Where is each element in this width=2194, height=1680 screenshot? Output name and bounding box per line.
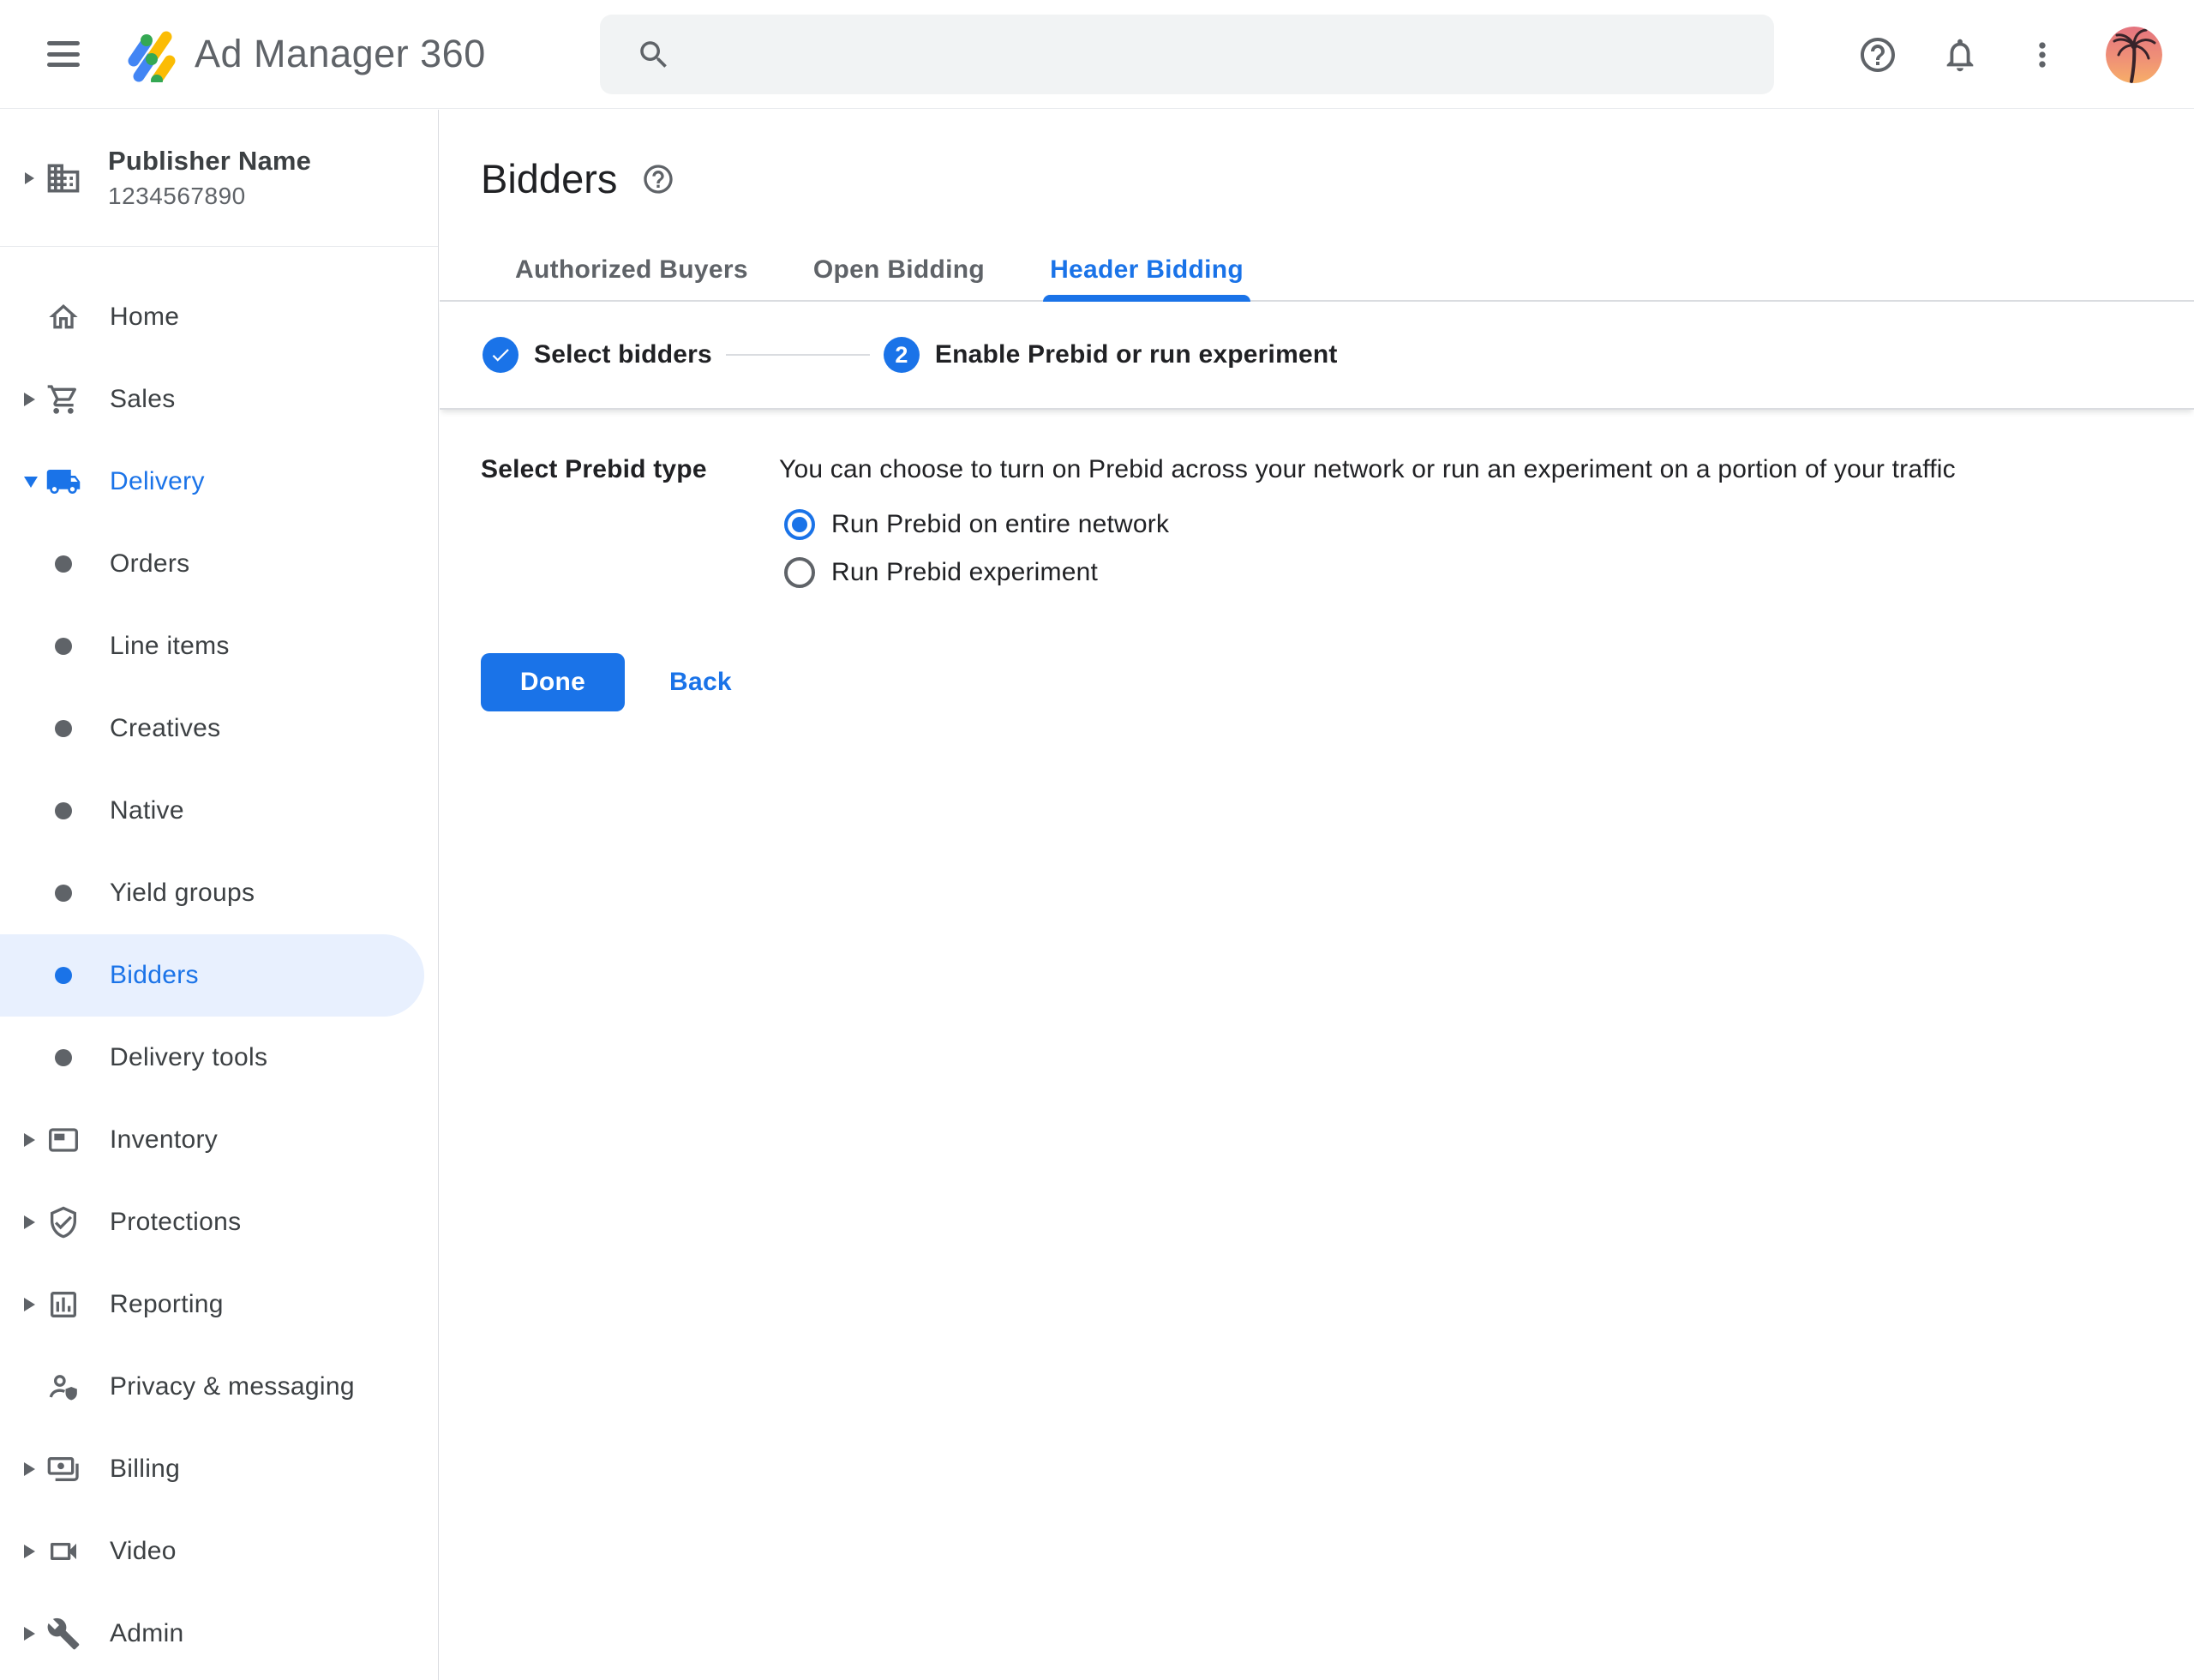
sidebar-item-delivery-tools[interactable]: Delivery tools <box>0 1017 438 1099</box>
radio-unselected-icon <box>784 557 815 588</box>
prebid-type-radio-group: Run Prebid on entire network Run Prebid … <box>784 501 1956 597</box>
expand-right-icon <box>24 393 35 406</box>
product-name: Ad Manager 360 <box>195 32 486 76</box>
page-title: Bidders <box>481 156 617 202</box>
search-input[interactable] <box>696 39 1748 70</box>
wrench-icon <box>46 1617 81 1651</box>
bullet-icon <box>55 720 72 737</box>
tab-bar: Authorized Buyers Open Bidding Header Bi… <box>440 240 2194 302</box>
account-avatar[interactable] <box>2106 27 2162 83</box>
main-content: Bidders Authorized Buyers Open Bidding H… <box>440 110 2194 1680</box>
shopping-cart-icon <box>46 382 81 417</box>
bar-chart-icon <box>46 1287 81 1322</box>
bullet-icon <box>55 555 72 573</box>
sidebar-item-protections[interactable]: Protections <box>0 1181 438 1263</box>
banner-icon <box>46 1123 81 1157</box>
done-button[interactable]: Done <box>481 653 625 711</box>
sidebar-item-home[interactable]: Home <box>0 276 438 358</box>
video-camera-icon <box>46 1534 81 1569</box>
expand-right-icon <box>25 172 34 184</box>
bullet-icon <box>55 967 72 984</box>
building-icon <box>45 159 82 197</box>
sidebar-item-video[interactable]: Video <box>0 1510 438 1593</box>
truck-icon <box>45 464 81 500</box>
tab-header-bidding[interactable]: Header Bidding <box>1045 240 1249 300</box>
step-connector <box>726 354 870 356</box>
tab-authorized-buyers[interactable]: Authorized Buyers <box>510 240 753 300</box>
expand-right-icon <box>24 1133 35 1147</box>
sidebar-item-reporting[interactable]: Reporting <box>0 1263 438 1346</box>
sidebar-item-delivery[interactable]: Delivery <box>0 441 438 523</box>
person-shield-icon <box>46 1370 81 1404</box>
step-enable-prebid[interactable]: 2 Enable Prebid or run experiment <box>884 337 1338 373</box>
field-description: You can choose to turn on Prebid across … <box>779 453 1956 487</box>
sidebar-item-line-items[interactable]: Line items <box>0 605 438 687</box>
sidebar-nav: Home Sales Delivery Orders Line items Cr… <box>0 247 438 1675</box>
page-help-icon[interactable] <box>641 162 675 196</box>
app-bar: Ad Manager 360 <box>0 0 2194 109</box>
step-number-badge: 2 <box>884 337 920 373</box>
expand-right-icon <box>24 1215 35 1229</box>
publisher-id: 1234567890 <box>108 183 311 210</box>
ad-manager-logo-icon <box>121 26 177 82</box>
search-bar[interactable] <box>600 15 1774 94</box>
radio-selected-icon <box>784 509 815 540</box>
shield-check-icon <box>46 1205 81 1239</box>
sidebar-item-yield-groups[interactable]: Yield groups <box>0 852 438 934</box>
home-icon <box>46 300 81 334</box>
sidebar-item-creatives[interactable]: Creatives <box>0 687 438 770</box>
help-icon[interactable] <box>1857 34 1898 75</box>
bullet-icon <box>55 638 72 655</box>
sidebar-item-native[interactable]: Native <box>0 770 438 852</box>
publisher-selector[interactable]: Publisher Name 1234567890 <box>0 110 438 247</box>
bullet-icon <box>55 1049 72 1066</box>
expand-right-icon <box>24 1462 35 1476</box>
search-icon <box>636 37 672 73</box>
expand-right-icon <box>24 1298 35 1311</box>
wizard-stepper: Select bidders 2 Enable Prebid or run ex… <box>440 302 2194 410</box>
bullet-icon <box>55 802 72 819</box>
step-complete-check-icon <box>483 337 519 373</box>
expand-right-icon <box>24 1627 35 1641</box>
sidebar-item-admin[interactable]: Admin <box>0 1593 438 1675</box>
sidebar-item-bidders[interactable]: Bidders <box>0 934 424 1017</box>
radio-run-prebid-entire-network[interactable]: Run Prebid on entire network <box>784 501 1956 549</box>
more-options-icon[interactable] <box>2023 36 2061 74</box>
tab-open-bidding[interactable]: Open Bidding <box>808 240 990 300</box>
sidebar-item-inventory[interactable]: Inventory <box>0 1099 438 1181</box>
sidebar-item-privacy-messaging[interactable]: Privacy & messaging <box>0 1346 438 1428</box>
sidebar-item-orders[interactable]: Orders <box>0 523 438 605</box>
expand-down-icon <box>24 477 38 488</box>
field-label: Select Prebid type <box>481 453 779 597</box>
sidebar-item-billing[interactable]: Billing <box>0 1428 438 1510</box>
bullet-icon <box>55 885 72 902</box>
step-select-bidders[interactable]: Select bidders <box>483 337 712 373</box>
back-button[interactable]: Back <box>669 668 732 697</box>
sidebar: Publisher Name 1234567890 Home Sales Del… <box>0 110 439 1680</box>
publisher-name: Publisher Name <box>108 146 311 177</box>
notifications-icon[interactable] <box>1940 35 1980 75</box>
radio-run-prebid-experiment[interactable]: Run Prebid experiment <box>784 549 1956 597</box>
sidebar-item-sales[interactable]: Sales <box>0 358 438 441</box>
banknote-icon <box>46 1452 81 1486</box>
menu-icon[interactable] <box>47 41 80 67</box>
expand-right-icon <box>24 1545 35 1558</box>
